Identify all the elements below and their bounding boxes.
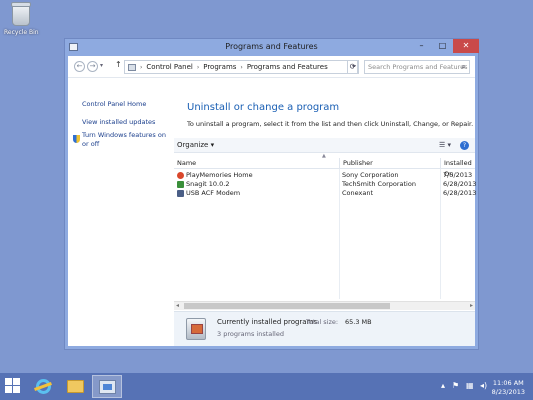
search-icon[interactable]: ⌕ [462, 61, 466, 73]
windows-logo-icon [5, 378, 12, 385]
action-center-icon[interactable]: ⚑ [452, 381, 459, 390]
up-button[interactable]: ↑ [115, 60, 122, 69]
details-title: Currently installed programs [217, 318, 318, 326]
desktop-icon-recycle-bin[interactable]: Recycle Bin [4, 2, 39, 36]
page-description: To uninstall a program, select it from t… [187, 120, 474, 128]
program-name: USB ACF Modem [186, 189, 241, 197]
desktop-icon-label: Recycle Bin [4, 29, 39, 36]
horizontal-scrollbar[interactable]: ◂ ▸ [174, 301, 475, 310]
breadcrumb-programs-and-features[interactable]: Programs and Features [247, 63, 328, 71]
help-icon[interactable]: ? [460, 141, 469, 150]
programs-count: 3 programs installed [217, 330, 284, 338]
taskbar-internet-explorer[interactable] [28, 375, 58, 398]
control-panel-home-link[interactable]: Control Panel Home [82, 100, 146, 109]
programs-icon [186, 318, 206, 340]
taskbar: ▴ ⚑ ▦ ◂) 11:06 AM 8/23/2013 [0, 373, 533, 400]
installed-on-cell: 6/28/2013 [443, 189, 477, 197]
table-row[interactable]: Snagit 10.0.2 TechSmith Corporation 6/28… [174, 180, 476, 189]
forward-button[interactable]: → [87, 61, 98, 72]
system-clock[interactable]: 11:06 AM 8/23/2013 [492, 379, 525, 397]
tasks-pane: Control Panel Home View installed update… [68, 79, 173, 346]
publisher-cell: Sony Corporation [342, 171, 399, 179]
minimize-button[interactable]: – [411, 39, 432, 53]
navigation-bar: ← → ▾ ↑ › Control Panel › Programs › Pro… [68, 56, 475, 78]
view-options-button[interactable]: ☰ ▾ [439, 141, 451, 149]
search-placeholder: Search Programs and Features [368, 63, 468, 71]
shield-icon [73, 135, 80, 143]
programs-and-features-window: Programs and Features – □ ✕ ← → ▾ ↑ › Co… [64, 38, 479, 350]
table-row[interactable]: USB ACF Modem Conexant 6/28/2013 [174, 189, 476, 198]
program-name: PlayMemories Home [186, 171, 253, 179]
recent-locations-dropdown[interactable]: ▾ [100, 62, 103, 69]
chevron-right-icon[interactable]: › [140, 64, 142, 71]
window-content: ← → ▾ ↑ › Control Panel › Programs › Pro… [68, 56, 476, 346]
search-input[interactable]: Search Programs and Features ⌕ [364, 60, 470, 74]
breadcrumb-control-panel[interactable]: Control Panel [146, 63, 192, 71]
windows-logo-pane [13, 386, 20, 393]
snagit-icon [177, 181, 184, 188]
back-button[interactable]: ← [74, 61, 85, 72]
command-bar: Organize ▾ ☰ ▾ ? [174, 138, 475, 153]
main-pane: Uninstall or change a program To uninsta… [174, 79, 476, 346]
name-cell: PlayMemories Home [177, 171, 337, 180]
program-name: Snagit 10.0.2 [186, 180, 230, 188]
taskbar-control-panel[interactable] [92, 375, 122, 398]
page-title: Uninstall or change a program [187, 102, 340, 113]
clock-date: 8/23/2013 [491, 388, 525, 396]
volume-icon[interactable]: ◂) [480, 381, 487, 390]
view-installed-updates-link[interactable]: View installed updates [82, 118, 155, 127]
internet-explorer-icon [35, 379, 51, 394]
publisher-cell: TechSmith Corporation [342, 180, 416, 188]
scroll-right-icon[interactable]: ▸ [470, 302, 473, 310]
column-header-installed-on[interactable]: Installed On [440, 158, 482, 178]
column-header-name[interactable]: Name [174, 158, 339, 169]
scrollbar-thumb[interactable] [184, 303, 390, 309]
modem-icon [177, 190, 184, 197]
chevron-right-icon[interactable]: › [197, 64, 199, 71]
total-size-value: 65.3 MB [345, 318, 372, 326]
address-bar[interactable]: › Control Panel › Programs › Programs an… [124, 60, 358, 74]
details-pane: Currently installed programs Total size:… [174, 311, 475, 346]
taskbar-file-explorer[interactable] [60, 375, 90, 398]
breadcrumb-programs[interactable]: Programs [203, 63, 236, 71]
organize-button[interactable]: Organize ▾ [177, 141, 214, 149]
refresh-button[interactable]: ⟳ [347, 60, 359, 74]
title-bar[interactable]: Programs and Features – □ ✕ [65, 39, 479, 56]
recycle-bin-icon [11, 2, 31, 26]
chevron-up-icon[interactable]: ▴ [441, 381, 445, 390]
turn-windows-features-link[interactable]: Turn Windows features on or off [82, 131, 167, 149]
windows-logo-pane [5, 386, 12, 393]
windows-logo-pane [13, 378, 20, 385]
start-button[interactable] [5, 378, 21, 394]
maximize-button[interactable]: □ [432, 39, 453, 53]
total-size-label: Total size: [306, 318, 339, 326]
chevron-right-icon[interactable]: › [240, 64, 242, 71]
playmemories-icon [177, 172, 184, 179]
table-row[interactable]: PlayMemories Home Sony Corporation 7/5/2… [174, 171, 475, 180]
column-header-publisher[interactable]: Publisher [339, 158, 440, 169]
name-cell: USB ACF Modem [177, 189, 337, 198]
scroll-left-icon[interactable]: ◂ [176, 302, 179, 310]
close-button[interactable]: ✕ [453, 39, 479, 53]
publisher-cell: Conexant [342, 189, 374, 197]
clock-time: 11:06 AM [492, 379, 524, 387]
name-cell: Snagit 10.0.2 [177, 180, 337, 189]
table-header: Name Publisher Installed On [174, 158, 475, 178]
installed-on-cell: 7/5/2013 [443, 171, 473, 179]
folder-icon [66, 380, 84, 393]
control-panel-icon [98, 379, 116, 394]
network-icon[interactable]: ▦ [466, 381, 474, 390]
installed-on-cell: 6/28/2013 [443, 180, 477, 188]
control-panel-icon [128, 63, 136, 71]
